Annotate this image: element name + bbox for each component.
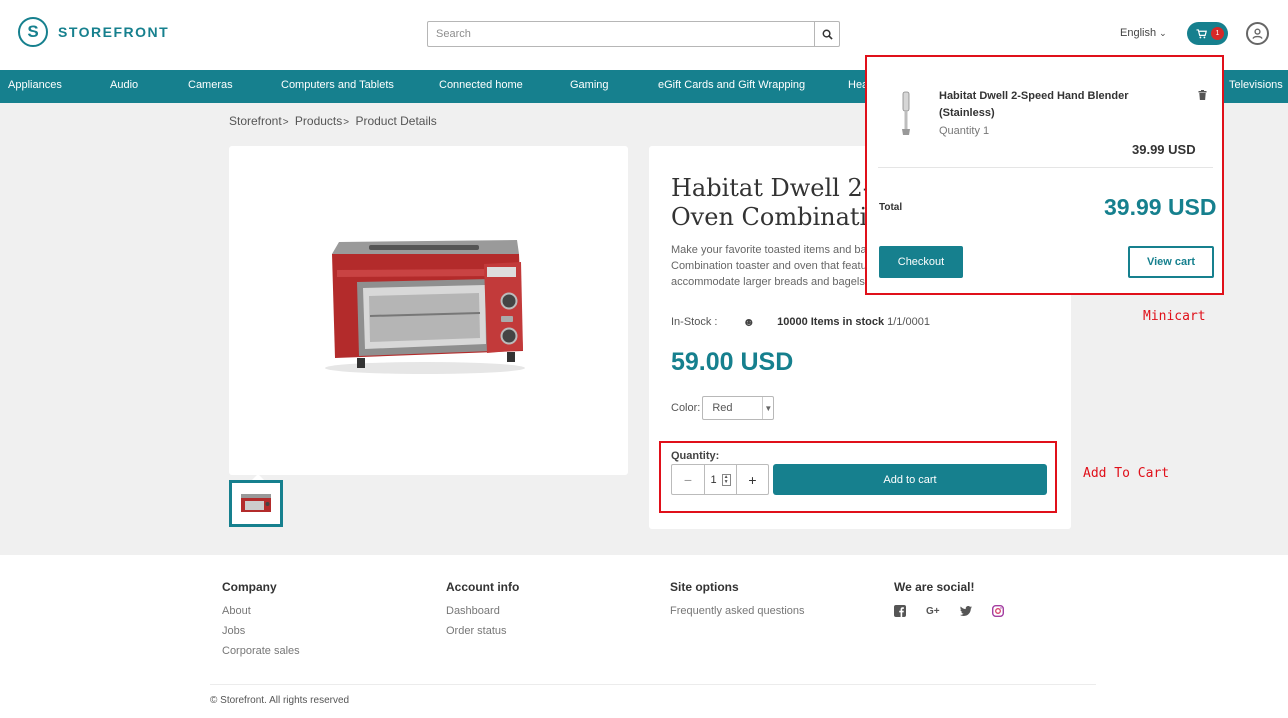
stock-row: In-Stock : ☻ 10000 Items in stock 1/1/00…: [671, 315, 930, 329]
search-box: [427, 21, 840, 47]
footer-site-options: Site options Frequently asked questions: [670, 580, 805, 625]
divider: [878, 167, 1213, 168]
google-plus-icon[interactable]: G+: [926, 606, 940, 617]
nav-item-audio[interactable]: Audio: [110, 79, 138, 91]
breadcrumb-separator: >: [343, 117, 350, 128]
logo-icon: S: [18, 17, 48, 47]
color-select[interactable]: Red ▼: [702, 396, 775, 420]
stock-label: In-Stock :: [671, 316, 718, 328]
footer-heading: Account info: [446, 580, 520, 594]
smiley-icon: ☻: [742, 315, 756, 329]
search-input[interactable]: [428, 22, 814, 46]
stock-count: 10000 Items in stock: [777, 316, 885, 328]
cart-icon: [1196, 28, 1207, 38]
footer-heading: We are social!: [894, 580, 975, 594]
language-label: English: [1120, 27, 1157, 39]
footer-company: Company About Jobs Corporate sales: [222, 580, 300, 665]
nav-item-computers-and-tablets[interactable]: Computers and Tablets: [281, 79, 394, 91]
nav-item-appliances[interactable]: Appliances: [8, 79, 62, 91]
breadcrumb-separator: >: [282, 117, 289, 128]
footer-heading: Site options: [670, 580, 739, 594]
breadcrumb: Storefront> Products> Product Details: [229, 114, 437, 128]
storefront-logo[interactable]: S STOREFRONT: [18, 17, 169, 47]
cart-item-name[interactable]: Habitat Dwell 2-Speed Hand Blender (Stai…: [939, 88, 1179, 122]
total-label: Total: [879, 202, 903, 213]
footer-link-faq[interactable]: Frequently asked questions: [670, 605, 805, 617]
color-label: Color:: [671, 402, 701, 414]
logo-text: STOREFRONT: [58, 24, 170, 40]
breadcrumb-storefront[interactable]: Storefront: [229, 114, 282, 128]
cart-item-image: [902, 91, 910, 135]
color-row: Color: Red ▼: [671, 396, 775, 420]
product-price: 59.00 USD: [671, 348, 794, 376]
instagram-icon[interactable]: [991, 605, 1004, 617]
twitter-icon[interactable]: [959, 606, 972, 616]
nav-item-televisions[interactable]: Televisions: [1229, 79, 1283, 91]
add-to-cart-highlight: [659, 441, 1057, 513]
thumbnail-image: [241, 493, 271, 512]
footer-divider: [210, 684, 1096, 685]
footer-link-jobs[interactable]: Jobs: [222, 625, 300, 637]
nav-item-egift-cards[interactable]: eGift Cards and Gift Wrapping: [658, 79, 805, 91]
product-image[interactable]: [229, 146, 628, 475]
product-image-card: [229, 146, 628, 475]
trash-icon[interactable]: [1198, 90, 1207, 100]
footer-link-dashboard[interactable]: Dashboard: [446, 605, 519, 617]
footer-link-corporate-sales[interactable]: Corporate sales: [222, 645, 300, 657]
search-icon: [822, 29, 833, 40]
cart-button[interactable]: 1: [1187, 22, 1228, 45]
footer-link-about[interactable]: About: [222, 605, 300, 617]
social-links: G+: [894, 605, 1004, 617]
stock-date: 1/1/0001: [887, 316, 930, 328]
view-cart-button[interactable]: View cart: [1128, 246, 1214, 278]
user-icon: [1252, 28, 1263, 39]
footer: Company About Jobs Corporate sales Accou…: [0, 555, 1288, 718]
minicart-popup: Habitat Dwell 2-Speed Hand Blender (Stai…: [865, 55, 1224, 295]
add-to-cart-annotation: Add To Cart: [1083, 466, 1170, 481]
chevron-down-icon: ⌄: [1159, 28, 1167, 38]
checkout-button[interactable]: Checkout: [879, 246, 963, 278]
facebook-icon[interactable]: [894, 605, 906, 617]
language-selector[interactable]: English ⌄: [1120, 27, 1167, 39]
footer-link-order-status[interactable]: Order status: [446, 625, 519, 637]
breadcrumb-product-details: Product Details: [355, 114, 437, 128]
cart-item-quantity: Quantity 1: [939, 125, 990, 137]
nav-item-cameras[interactable]: Cameras: [188, 79, 233, 91]
chevron-down-icon: ▼: [762, 397, 773, 419]
cart-item-price: 39.99 USD: [1132, 142, 1196, 157]
footer-heading: Company: [222, 580, 277, 594]
cart-total: 39.99 USD: [1104, 194, 1217, 220]
copyright: © Storefront. All rights reserved: [210, 695, 350, 706]
nav-item-connected-home[interactable]: Connected home: [439, 79, 523, 91]
cart-count-badge: 1: [1211, 27, 1224, 40]
footer-social: We are social! G+: [894, 580, 1004, 617]
search-button[interactable]: [814, 22, 839, 46]
minicart-annotation: Minicart: [1143, 309, 1206, 324]
footer-account: Account info Dashboard Order status: [446, 580, 519, 645]
account-button[interactable]: [1246, 22, 1269, 45]
color-value: Red: [712, 402, 733, 414]
breadcrumb-products[interactable]: Products: [295, 114, 342, 128]
product-thumbnail[interactable]: [229, 480, 283, 527]
nav-item-gaming[interactable]: Gaming: [570, 79, 609, 91]
